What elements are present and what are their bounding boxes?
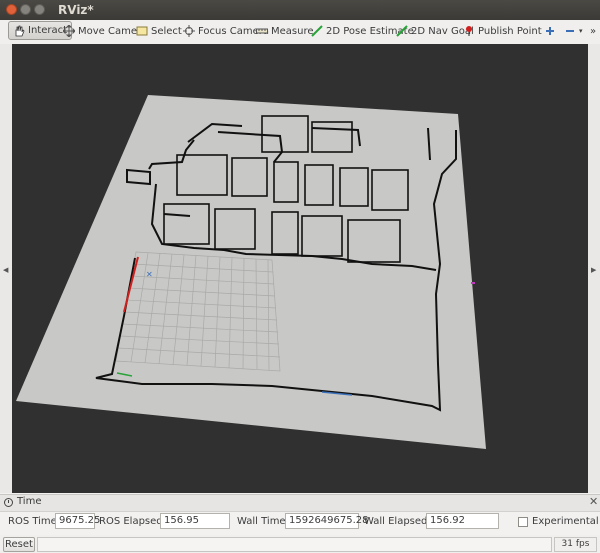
time-panel-header: Time ✕ [0, 494, 600, 512]
dropdown-arrow-icon: ▾ [579, 27, 583, 35]
ros-time-label: ROS Time: [8, 516, 61, 527]
maximize-window-button[interactable] [34, 4, 45, 15]
ros-elapsed-field[interactable]: 156.95 [160, 513, 230, 529]
select-tool-label: Select [151, 25, 182, 37]
status-message [37, 537, 552, 552]
minimize-window-button[interactable] [20, 4, 31, 15]
select-tool-button[interactable]: Select [136, 22, 182, 40]
right-dock-handle[interactable]: ▶ [588, 44, 600, 493]
publish-point-tool-button[interactable]: Publish Point [463, 22, 542, 40]
wall-time-label: Wall Time: [237, 516, 289, 527]
time-panel: ROS Time: 9675.25 ROS Elapsed: 156.95 Wa… [0, 512, 600, 532]
experimental-checkbox[interactable] [518, 517, 528, 527]
window-title: RViz* [58, 3, 94, 17]
status-bar: Reset 31 fps [0, 535, 600, 553]
measure-tool-label: Measure [271, 25, 314, 37]
focus-camera-icon [183, 25, 195, 37]
plus-icon [546, 27, 554, 35]
measure-tool-button[interactable]: Measure [256, 22, 314, 40]
occupancy-map-plane [16, 95, 486, 449]
3d-viewport[interactable]: ✕ [12, 44, 588, 493]
close-icon[interactable]: ✕ [589, 495, 598, 508]
wall-time-field[interactable]: 1592649675.28 [285, 513, 369, 529]
wall-elapsed-field[interactable]: 156.92 [426, 513, 499, 529]
interact-tool-label: Interact [28, 25, 68, 36]
publish-point-tool-label: Publish Point [478, 25, 542, 37]
close-window-button[interactable] [6, 4, 17, 15]
ros-time-field[interactable]: 9675.25 [55, 513, 100, 529]
ruler-icon [256, 28, 268, 34]
minus-icon [566, 30, 574, 32]
toolbar-overflow-button[interactable]: » [590, 22, 596, 40]
select-icon [136, 26, 148, 36]
reset-button[interactable]: Reset [3, 537, 35, 552]
fps-counter: 31 fps [554, 537, 597, 552]
left-arrow-icon: ◀ [3, 266, 9, 274]
green-arrow-icon [311, 25, 323, 37]
remove-tool-button[interactable]: ▾ [564, 22, 583, 40]
toolbar: Interact Move Camera Select Focus Camera… [0, 20, 600, 45]
experimental-label: Experimental [532, 516, 599, 527]
map-render: ✕ [16, 95, 486, 449]
left-dock-handle[interactable]: ◀ [0, 44, 12, 493]
hand-icon [15, 25, 25, 36]
move-camera-icon [63, 25, 75, 37]
ros-elapsed-label: ROS Elapsed: [99, 516, 166, 527]
green-arrow-icon [396, 25, 408, 37]
wall-elapsed-label: Wall Elapsed: [364, 516, 431, 527]
red-pin-icon [466, 26, 472, 36]
overflow-icon: » [590, 25, 597, 37]
title-bar: RViz* [0, 0, 600, 20]
add-tool-button[interactable] [544, 22, 556, 40]
robot-marker-icon: ✕ [146, 270, 153, 279]
move-camera-tool-button[interactable]: Move Camera [63, 22, 147, 40]
time-panel-title: Time [17, 496, 42, 507]
right-arrow-icon: ▶ [591, 266, 597, 274]
clock-icon [4, 498, 13, 507]
